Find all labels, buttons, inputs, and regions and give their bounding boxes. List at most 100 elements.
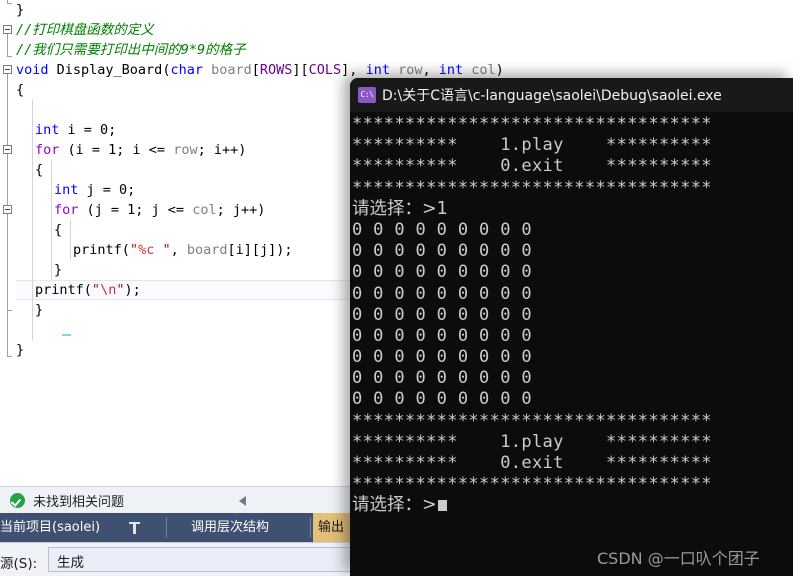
- tab-call-hierarchy[interactable]: 调用层次结构: [168, 513, 308, 542]
- console-window[interactable]: C:\ D:\关于C语言\c-language\saolei\Debug\sao…: [350, 78, 793, 576]
- fold-toggle-icon[interactable]: [3, 25, 12, 34]
- fold-toggle-icon[interactable]: [3, 205, 12, 214]
- console-line-text: 0 0 0 0 0 0 0 0 0: [352, 368, 532, 389]
- tab-separator: [166, 517, 167, 538]
- console-line-text: 0 0 0 0 0 0 0 0 0: [352, 304, 532, 325]
- tab-output-label: 输出: [318, 520, 345, 535]
- console-line: 0 0 0 0 0 0 0 0 0: [352, 262, 793, 283]
- code-token: i =: [67, 122, 101, 138]
- console-titlebar[interactable]: C:\ D:\关于C语言\c-language\saolei\Debug\sao…: [350, 78, 793, 112]
- code-token: }: [35, 302, 44, 318]
- console-line: 0 0 0 0 0 0 0 0 0: [352, 241, 793, 262]
- code-line: //打印棋盘函数的定义: [16, 20, 154, 40]
- code-token: (: [83, 282, 92, 298]
- code-line: int j = 0;: [54, 180, 135, 200]
- code-token: board: [186, 242, 228, 258]
- code-token: int: [54, 182, 87, 198]
- code-token: ],: [341, 62, 366, 78]
- console-line-text: ********** 1.play **********: [352, 431, 712, 452]
- indent-guide: [51, 160, 52, 280]
- console-line: **********************************: [352, 114, 793, 135]
- console-line: ********** 0.exit **********: [352, 453, 793, 474]
- tab-call-hierarchy-label: 调用层次结构: [191, 520, 270, 535]
- indent-guide: [70, 220, 71, 260]
- code-token: ": [91, 282, 101, 298]
- code-token: for: [54, 202, 87, 218]
- console-output-area[interactable]: ********************************** ******…: [350, 112, 793, 576]
- code-line: }: [16, 0, 24, 20]
- fold-toggle-icon[interactable]: [3, 145, 12, 154]
- code-token: ; i++): [197, 142, 247, 158]
- console-line: ********** 0.exit **********: [352, 156, 793, 177]
- code-token: //打印棋盘函数的定义: [16, 22, 154, 38]
- fold-end-marker: [7, 356, 12, 357]
- console-line-text: **********************************: [352, 114, 712, 134]
- indent-guide: [32, 100, 33, 340]
- console-line-text: 0 0 0 0 0 0 0 0 0: [352, 325, 532, 346]
- code-token: %c: [138, 242, 155, 258]
- code-token: }: [54, 262, 63, 278]
- code-token: void: [16, 62, 57, 78]
- code-token: {: [16, 82, 25, 98]
- code-line: }: [16, 340, 24, 360]
- console-line-text: ********** 1.play **********: [352, 135, 712, 156]
- fold-toggle-icon[interactable]: [3, 65, 12, 74]
- fold-connector-line: [7, 154, 8, 310]
- left-arrow-icon[interactable]: [239, 496, 246, 506]
- console-line: 0 0 0 0 0 0 0 0 0: [352, 326, 793, 347]
- console-line: **********************************: [352, 178, 793, 199]
- code-token: char: [170, 62, 212, 78]
- editor-fold-gutter[interactable]: [0, 0, 16, 486]
- code-line: int i = 0;: [35, 120, 116, 140]
- code-line: for (j = 1; j <= col; j++): [54, 200, 265, 220]
- code-token: ROWS: [259, 62, 293, 78]
- pin-icon[interactable]: [129, 522, 140, 534]
- output-source-dropdown[interactable]: 生成: [48, 547, 351, 572]
- check-circle-icon: [10, 493, 25, 508]
- code-line: printf("%c ", board[i][j]);: [73, 240, 293, 260]
- code-token: \n: [100, 282, 117, 298]
- code-line: }: [54, 260, 62, 280]
- code-line: {: [54, 220, 62, 240]
- tab-current-project[interactable]: 当前项目(saolei): [0, 513, 166, 542]
- console-line-text: 0 0 0 0 0 0 0 0 0: [352, 219, 532, 240]
- console-line-text: 请选择：>1: [352, 198, 448, 219]
- code-token: Display_Board: [56, 62, 163, 78]
- code-token: ,: [422, 62, 439, 78]
- code-token: printf: [73, 242, 122, 258]
- code-token: (i =: [67, 142, 109, 158]
- fold-end-marker: [7, 56, 12, 57]
- fold-connector-line: [7, 0, 8, 4]
- code-token: int: [35, 122, 68, 138]
- console-line-text: 请选择：>: [352, 495, 437, 516]
- code-token: ; i <=: [116, 142, 174, 158]
- console-line-text: 0 0 0 0 0 0 0 0 0: [352, 347, 532, 368]
- console-line: **********************************: [352, 474, 793, 495]
- console-line: ********** 1.play **********: [352, 135, 793, 156]
- console-line: 0 0 0 0 0 0 0 0 0: [352, 284, 793, 305]
- console-line-text: **********************************: [352, 474, 712, 495]
- console-line: 0 0 0 0 0 0 0 0 0: [352, 220, 793, 241]
- fold-end-marker: [7, 310, 12, 311]
- error-status-text: 未找到相关问题: [33, 495, 125, 510]
- console-line: ********** 1.play **********: [352, 432, 793, 453]
- console-line-text: 0 0 0 0 0 0 0 0 0: [352, 283, 532, 304]
- code-token: ; j <=: [135, 202, 193, 218]
- code-token: ": [154, 242, 171, 258]
- code-token: ][: [292, 62, 309, 78]
- code-token: [: [251, 62, 260, 78]
- code-token: ": [129, 242, 139, 258]
- console-line-text: **********************************: [352, 410, 712, 431]
- code-line: for (i = 1; i <= row; i++): [35, 140, 246, 160]
- code-token: {: [54, 222, 63, 238]
- code-token: int: [365, 62, 399, 78]
- code-token: COLS: [308, 62, 342, 78]
- console-line: 请选择：>1: [352, 199, 793, 220]
- code-token: ): [495, 62, 504, 78]
- code-token: board: [211, 62, 252, 78]
- code-token: (: [121, 242, 130, 258]
- console-window-icon: C:\: [358, 87, 376, 103]
- code-line: printf("\n");: [35, 280, 141, 300]
- code-line: {: [35, 160, 43, 180]
- csdn-watermark: CSDN @一口叺个团子: [597, 549, 760, 568]
